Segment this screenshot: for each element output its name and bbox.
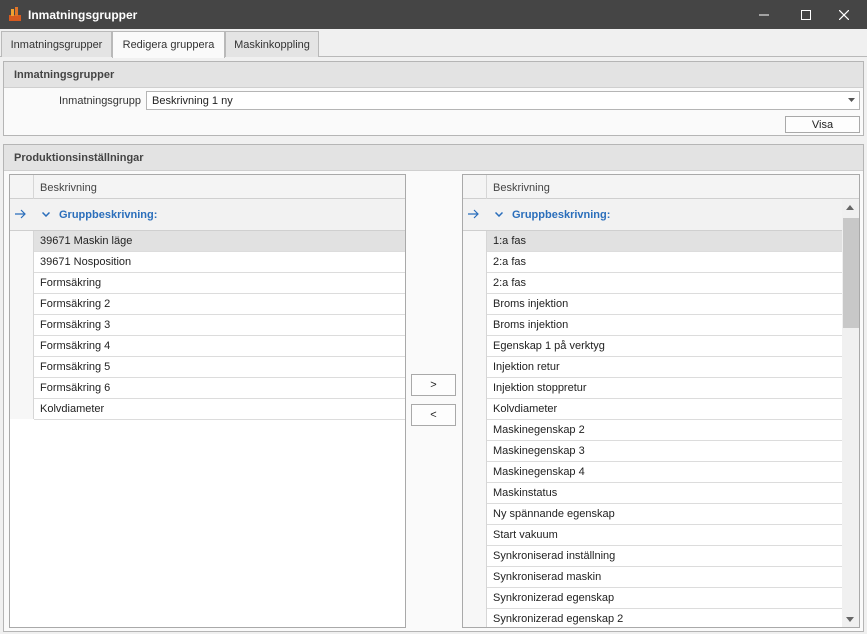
window-title: Inmatningsgrupper: [28, 8, 138, 22]
left-column-header[interactable]: Beskrivning: [40, 182, 97, 194]
tab-inmatningsgrupper[interactable]: Inmatningsgrupper: [1, 31, 112, 57]
left-grid[interactable]: Beskrivning Gruppbeskrivning: 39671 Mask…: [9, 174, 406, 628]
right-grid-header: Beskrivning: [463, 175, 859, 199]
row-indicator-column: [463, 231, 487, 627]
row-indicator-header: [463, 175, 487, 199]
scroll-up-icon[interactable]: [846, 205, 854, 210]
table-row[interactable]: Injektion retur: [487, 357, 842, 378]
title-bar: Inmatningsgrupper: [0, 0, 867, 29]
row-indicator-column: [10, 231, 34, 419]
table-row[interactable]: Formsäkring 5: [34, 357, 405, 378]
table-row[interactable]: 1:a fas: [487, 231, 842, 252]
right-group-row[interactable]: Gruppbeskrivning:: [463, 199, 842, 231]
app-logo-icon: [9, 7, 21, 21]
table-row[interactable]: 2:a fas: [487, 273, 842, 294]
tab-strip: Inmatningsgrupper Redigera gruppera Mask…: [0, 29, 867, 58]
minimize-icon: [759, 14, 769, 15]
show-button[interactable]: Visa: [785, 116, 860, 133]
chevron-down-icon[interactable]: [42, 212, 50, 217]
table-row[interactable]: Maskinegenskap 4: [487, 462, 842, 483]
table-row[interactable]: Ny spännande egenskap: [487, 504, 842, 525]
table-row[interactable]: Synkronizerad egenskap 2: [487, 609, 842, 627]
table-row[interactable]: Maskinegenskap 3: [487, 441, 842, 462]
input-group-value: Beskrivning 1 ny: [152, 95, 233, 107]
table-row[interactable]: Formsäkring 4: [34, 336, 405, 357]
table-row[interactable]: Injektion stoppretur: [487, 378, 842, 399]
table-row[interactable]: Kolvdiameter: [487, 399, 842, 420]
chevron-down-icon[interactable]: [495, 212, 503, 217]
table-row[interactable]: Formsäkring 2: [34, 294, 405, 315]
input-group-combobox[interactable]: Beskrivning 1 ny: [146, 91, 860, 110]
close-icon: [839, 9, 849, 20]
table-row[interactable]: 2:a fas: [487, 252, 842, 273]
table-row[interactable]: Broms injektion: [487, 294, 842, 315]
input-group-header: Inmatningsgrupper: [4, 62, 863, 88]
table-row[interactable]: Maskinegenskap 2: [487, 420, 842, 441]
table-row[interactable]: Egenskap 1 på verktyg: [487, 336, 842, 357]
production-settings-panel: Produktionsinställningar Beskrivning Gru…: [3, 144, 864, 632]
table-row[interactable]: 39671 Maskin läge: [34, 231, 405, 252]
table-row[interactable]: Kolvdiameter: [34, 399, 405, 420]
maximize-icon: [801, 9, 811, 20]
input-group-panel: Inmatningsgrupper Inmatningsgrupp Beskri…: [3, 61, 864, 136]
row-pointer-icon: [468, 209, 479, 219]
tab-redigera-gruppera[interactable]: Redigera gruppera: [112, 31, 225, 58]
input-group-label: Inmatningsgrupp: [59, 95, 141, 107]
table-row[interactable]: Synkronizerad egenskap: [487, 588, 842, 609]
table-row[interactable]: Synkroniserad inställning: [487, 546, 842, 567]
scroll-down-icon[interactable]: [846, 617, 854, 622]
table-row[interactable]: Formsäkring 6: [34, 378, 405, 399]
move-right-button[interactable]: >: [411, 374, 456, 396]
left-grid-rows: 39671 Maskin läge 39671 Nosposition Formsä…: [34, 231, 405, 420]
table-row[interactable]: Maskinstatus: [487, 483, 842, 504]
table-row[interactable]: Formsäkring 3: [34, 315, 405, 336]
right-column-header[interactable]: Beskrivning: [493, 182, 550, 194]
production-settings-header: Produktionsinställningar: [4, 145, 863, 171]
right-grid-rows: 1:a fas 2:a fas 2:a fas Broms injektion Brom…: [487, 231, 842, 627]
row-indicator-header: [10, 175, 34, 199]
minimize-button[interactable]: [741, 0, 787, 29]
tab-maskinkoppling[interactable]: Maskinkoppling: [225, 31, 319, 57]
chevron-down-icon: [848, 98, 855, 102]
table-row[interactable]: Formsäkring: [34, 273, 405, 294]
row-pointer-icon: [15, 209, 26, 219]
move-left-button[interactable]: <: [411, 404, 456, 426]
left-group-row[interactable]: Gruppbeskrivning:: [10, 199, 405, 231]
right-grid-scrollbar[interactable]: [842, 199, 859, 627]
table-row[interactable]: 39671 Nosposition: [34, 252, 405, 273]
right-group-label: Gruppbeskrivning:: [512, 209, 611, 221]
left-grid-header: Beskrivning: [10, 175, 405, 199]
scrollbar-thumb[interactable]: [843, 218, 859, 328]
table-row[interactable]: Synkroniserad maskin: [487, 567, 842, 588]
left-group-label: Gruppbeskrivning:: [59, 209, 158, 221]
close-button[interactable]: [821, 0, 867, 29]
right-grid[interactable]: Beskrivning Gruppbeskrivning: 1:a fas 2:a…: [462, 174, 860, 628]
table-row[interactable]: Start vakuum: [487, 525, 842, 546]
table-row[interactable]: Broms injektion: [487, 315, 842, 336]
